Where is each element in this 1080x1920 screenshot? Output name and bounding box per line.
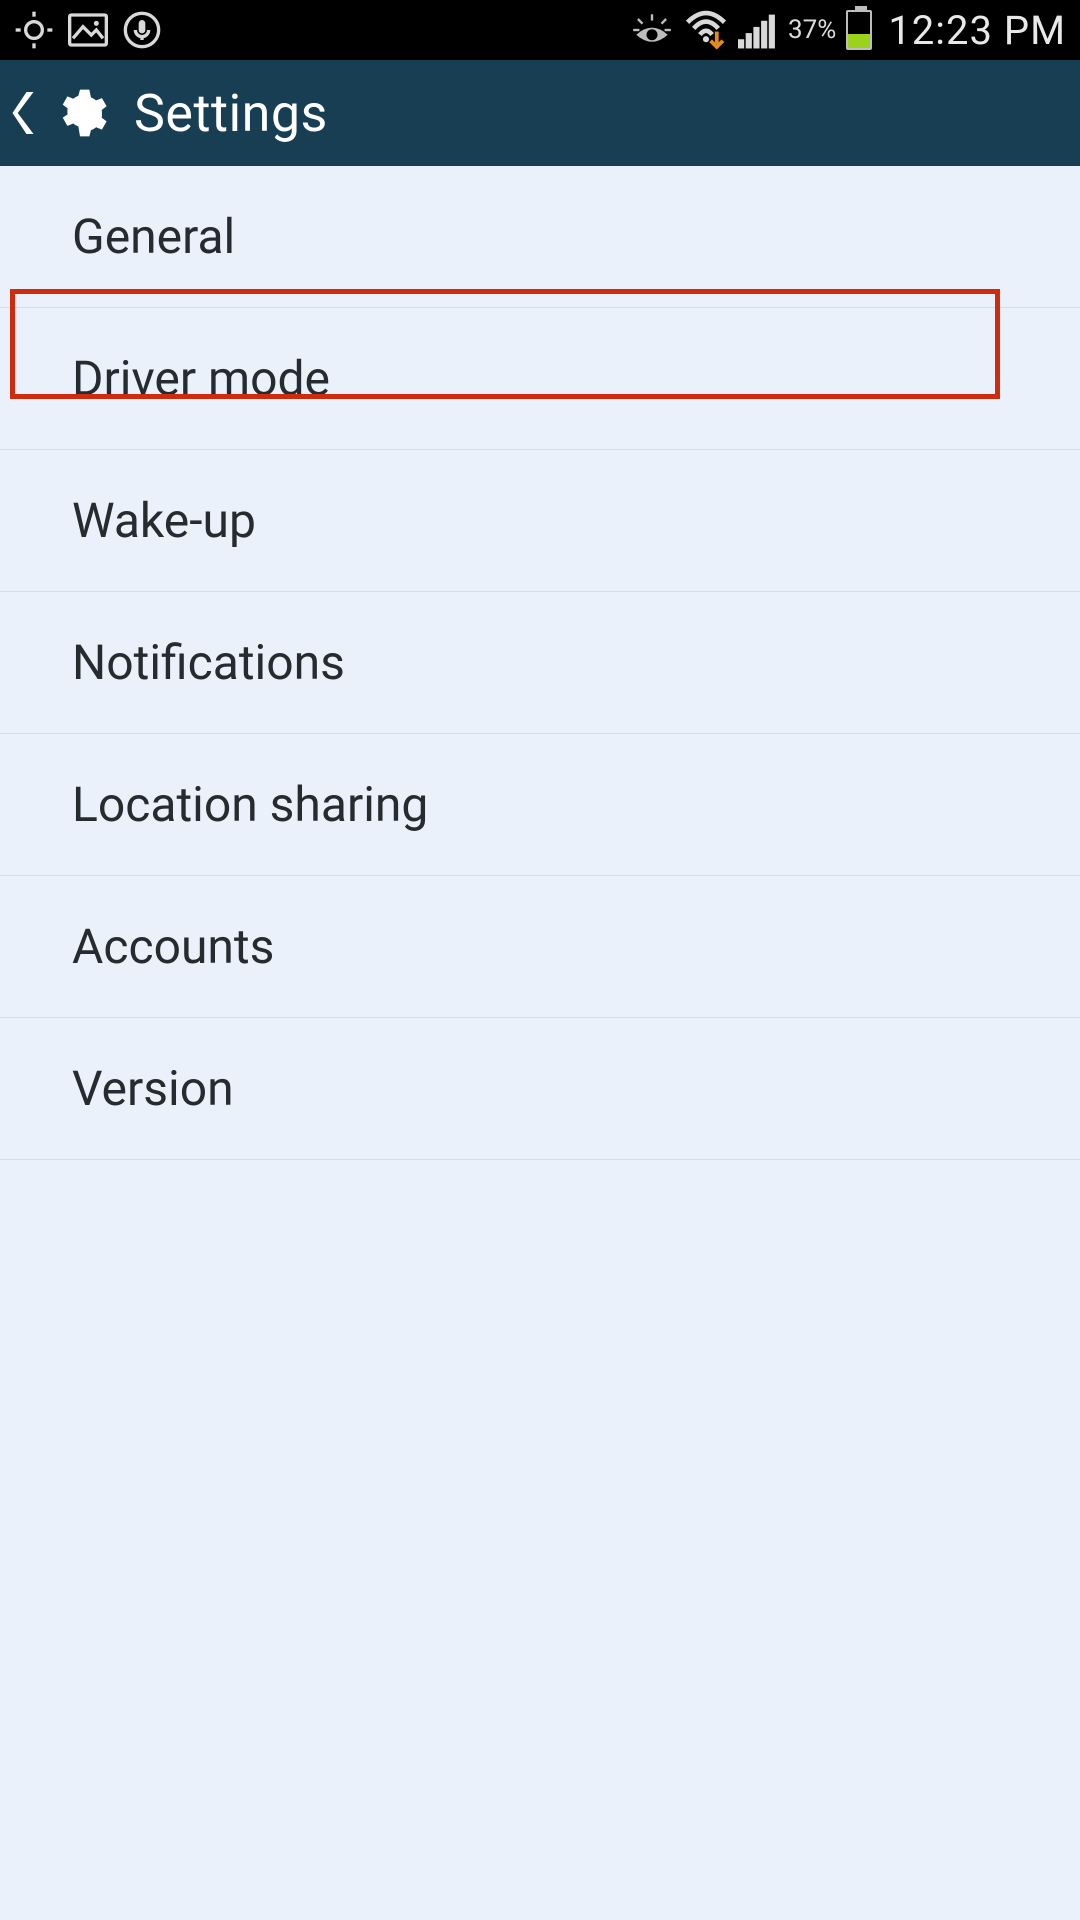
settings-item-notifications[interactable]: Notifications (0, 592, 1080, 734)
smart-stay-icon (630, 11, 674, 49)
settings-gear-icon[interactable] (52, 85, 108, 141)
settings-item-wake-up[interactable]: Wake-up (0, 450, 1080, 592)
settings-item-general[interactable]: General (0, 166, 1080, 308)
voice-icon (122, 10, 162, 50)
settings-list: General Driver mode Wake-up Notification… (0, 166, 1080, 1160)
signal-icon (738, 11, 778, 49)
status-bar: 37% 12:23 PM (0, 0, 1080, 60)
settings-item-driver-mode[interactable]: Driver mode (0, 308, 1080, 450)
settings-item-label: Version (72, 1060, 234, 1117)
wifi-download-icon (684, 10, 728, 50)
action-bar: Settings (0, 60, 1080, 166)
back-icon[interactable] (12, 92, 34, 134)
image-icon (68, 13, 108, 47)
settings-item-label: Accounts (72, 918, 274, 975)
settings-item-label: Notifications (72, 634, 345, 691)
battery-icon (846, 10, 872, 50)
battery-percent: 37% (788, 15, 836, 45)
battery-fill (848, 34, 870, 48)
settings-item-label: Location sharing (72, 776, 428, 833)
page-title: Settings (134, 83, 328, 144)
status-time: 12:23 PM (888, 7, 1066, 54)
settings-item-accounts[interactable]: Accounts (0, 876, 1080, 1018)
gps-icon (14, 10, 54, 50)
status-left-icons (14, 10, 162, 50)
settings-item-label: General (72, 208, 235, 265)
status-right-icons: 37% 12:23 PM (630, 7, 1066, 54)
settings-item-version[interactable]: Version (0, 1018, 1080, 1160)
settings-item-label: Driver mode (72, 350, 330, 407)
settings-item-location-sharing[interactable]: Location sharing (0, 734, 1080, 876)
settings-item-label: Wake-up (72, 492, 256, 549)
